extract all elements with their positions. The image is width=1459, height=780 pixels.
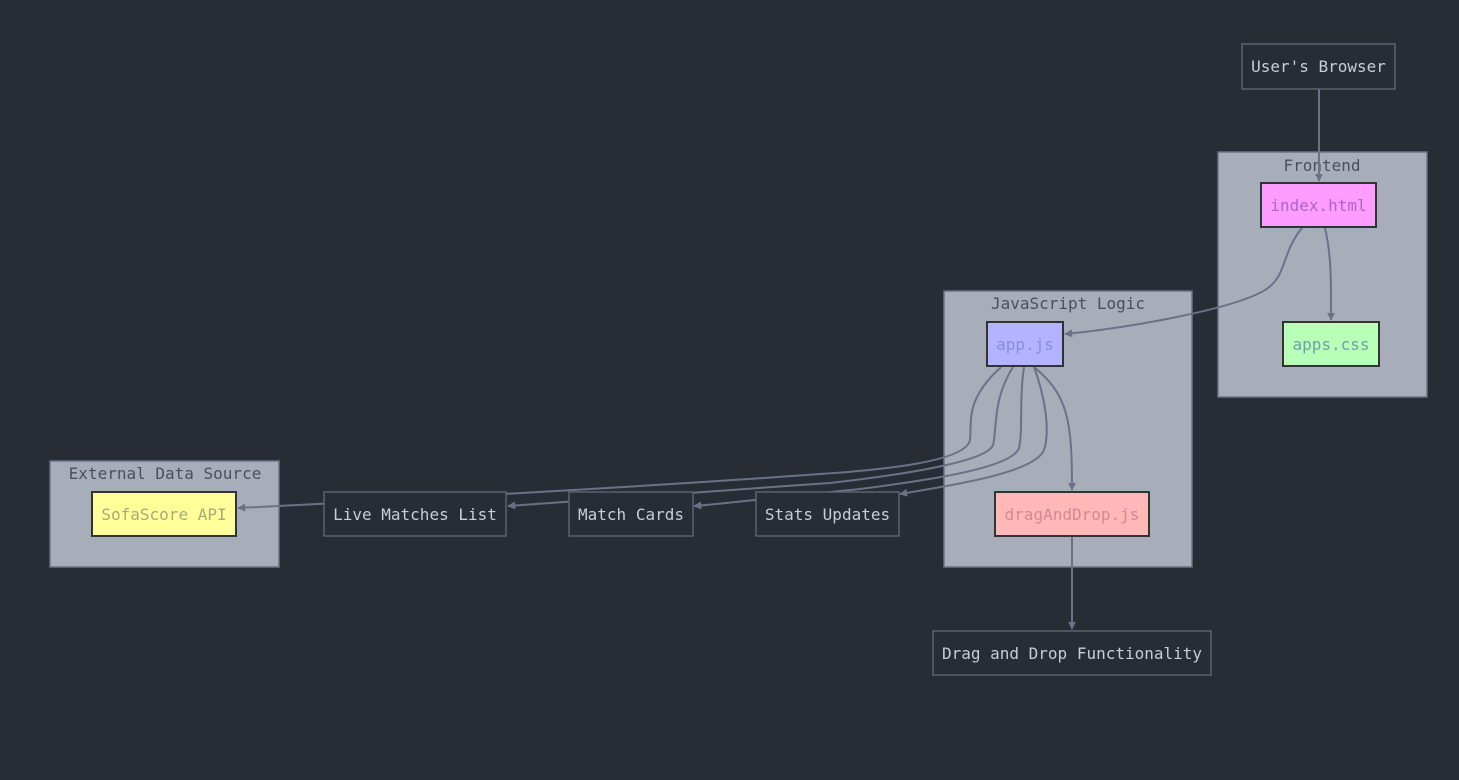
node-match-cards[interactable]: Match Cards [568, 491, 694, 537]
cluster-frontend-title: Frontend [1283, 156, 1360, 175]
node-index-html[interactable]: index.html [1260, 182, 1377, 228]
node-dnd-functionality-label: Drag and Drop Functionality [942, 644, 1202, 663]
node-drag-js[interactable]: dragAndDrop.js [994, 491, 1150, 537]
node-stats-updates[interactable]: Stats Updates [755, 491, 900, 537]
node-browser[interactable]: User's Browser [1241, 43, 1396, 90]
edge-appjs-to-sofascore [237, 366, 1002, 512]
node-app-js-label: app.js [996, 335, 1054, 354]
node-sofascore[interactable]: SofaScore API [91, 491, 237, 537]
node-sofascore-label: SofaScore API [101, 505, 226, 524]
architecture-diagram: Frontend JavaScript Logic External Data … [49, 43, 1428, 676]
node-dnd-functionality[interactable]: Drag and Drop Functionality [932, 630, 1212, 676]
cluster-js-logic-title: JavaScript Logic [991, 294, 1145, 313]
node-live-matches-label: Live Matches List [333, 505, 497, 524]
node-index-html-label: index.html [1270, 196, 1366, 215]
node-browser-label: User's Browser [1251, 57, 1386, 76]
edge-appjs-to-live-matches [507, 366, 1014, 510]
node-drag-js-label: dragAndDrop.js [1005, 505, 1140, 524]
node-match-cards-label: Match Cards [578, 505, 684, 524]
cluster-external-title: External Data Source [69, 464, 262, 483]
node-apps-css[interactable]: apps.css [1282, 321, 1380, 367]
node-stats-updates-label: Stats Updates [765, 505, 890, 524]
node-live-matches[interactable]: Live Matches List [323, 491, 507, 537]
node-apps-css-label: apps.css [1292, 335, 1369, 354]
node-app-js[interactable]: app.js [986, 321, 1064, 367]
